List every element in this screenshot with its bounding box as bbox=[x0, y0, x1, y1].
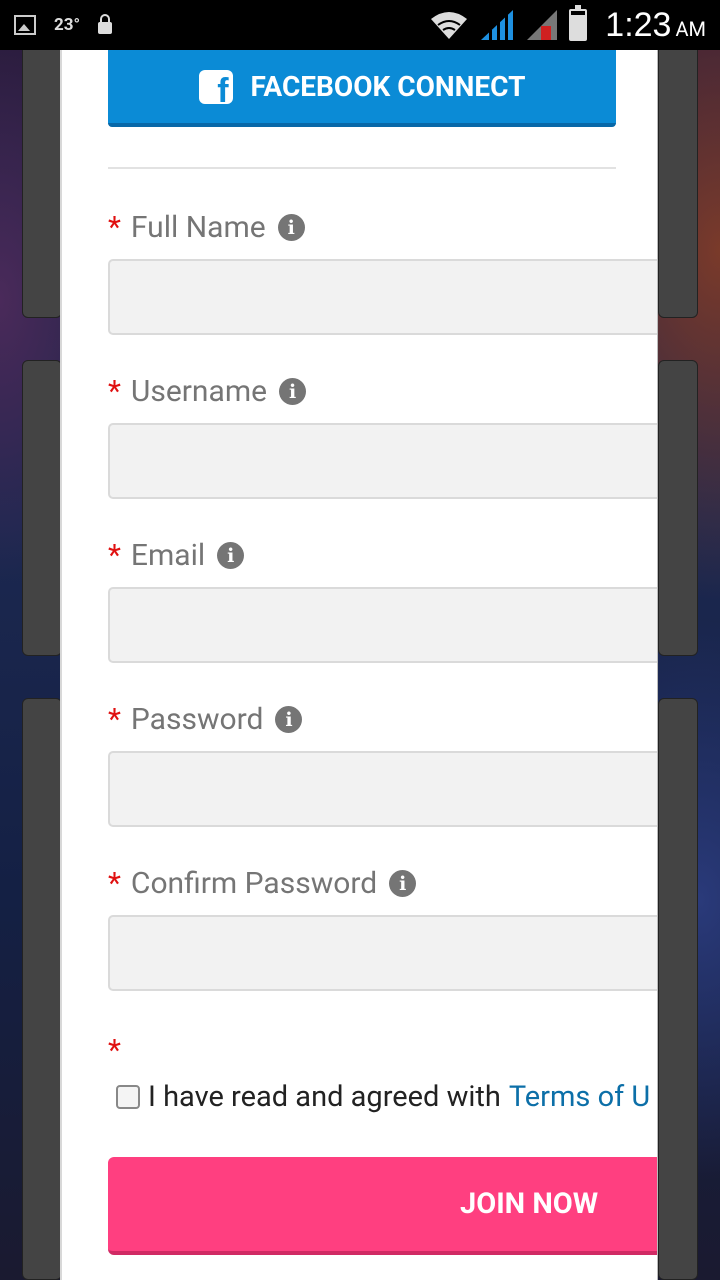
battery-icon bbox=[569, 5, 588, 41]
full-name-input[interactable] bbox=[108, 259, 657, 335]
terms-text: I have read and agreed with bbox=[148, 1080, 501, 1114]
username-label: * Username i bbox=[108, 374, 307, 409]
username-label-text: Username bbox=[130, 374, 268, 409]
email-label: * Email i bbox=[108, 538, 245, 573]
clock-time: 1:23 bbox=[605, 5, 672, 44]
required-marker: * bbox=[108, 210, 121, 245]
wifi-icon bbox=[431, 12, 468, 39]
info-icon[interactable]: i bbox=[217, 542, 245, 569]
signup-panel: f FACEBOOK CONNECT * Full Name i * Usern… bbox=[60, 50, 658, 1280]
terms-checkbox[interactable] bbox=[116, 1085, 140, 1109]
terms-of-use-link[interactable]: Terms of U bbox=[509, 1080, 650, 1114]
clock-ampm: AM bbox=[675, 16, 706, 41]
password-label-text: Password bbox=[130, 702, 264, 737]
background-card bbox=[22, 698, 62, 1280]
temperature: 23° bbox=[54, 15, 81, 35]
status-bar: 23° 1:23 AM bbox=[0, 0, 720, 50]
required-marker: * bbox=[108, 1033, 121, 1068]
username-input[interactable] bbox=[108, 423, 657, 499]
required-marker: * bbox=[108, 374, 121, 409]
password-input[interactable] bbox=[108, 751, 657, 827]
info-icon[interactable]: i bbox=[277, 214, 305, 241]
full-name-label-text: Full Name bbox=[130, 210, 266, 245]
image-icon bbox=[14, 15, 36, 35]
email-input[interactable] bbox=[108, 587, 657, 663]
required-marker: * bbox=[108, 538, 121, 573]
facebook-connect-label: FACEBOOK CONNECT bbox=[250, 70, 526, 103]
email-label-text: Email bbox=[130, 538, 206, 573]
background-card bbox=[658, 698, 698, 1280]
confirm-password-input[interactable] bbox=[108, 915, 657, 991]
background-card bbox=[22, 360, 62, 656]
confirm-password-label-text: Confirm Password bbox=[130, 866, 378, 901]
confirm-password-label: * Confirm Password i bbox=[108, 866, 417, 901]
background-card bbox=[658, 40, 698, 318]
terms-row: I have read and agreed with Terms of U bbox=[116, 1080, 650, 1114]
signal-icon bbox=[481, 10, 514, 40]
background-card bbox=[22, 40, 62, 318]
signal-no-sim-icon bbox=[527, 10, 558, 40]
join-now-button[interactable]: JOIN NOW bbox=[108, 1157, 657, 1255]
background-card bbox=[658, 360, 698, 656]
password-label: * Password i bbox=[108, 702, 303, 737]
full-name-label: * Full Name i bbox=[108, 210, 305, 245]
required-marker: * bbox=[108, 866, 121, 901]
info-icon[interactable]: i bbox=[275, 706, 303, 733]
facebook-icon: f bbox=[198, 69, 233, 104]
info-icon[interactable]: i bbox=[389, 870, 417, 897]
facebook-connect-button[interactable]: f FACEBOOK CONNECT bbox=[108, 50, 616, 127]
info-icon[interactable]: i bbox=[279, 378, 307, 405]
divider bbox=[108, 167, 616, 169]
required-marker: * bbox=[108, 702, 121, 737]
lock-icon bbox=[98, 14, 113, 34]
join-now-label: JOIN NOW bbox=[460, 1187, 599, 1221]
